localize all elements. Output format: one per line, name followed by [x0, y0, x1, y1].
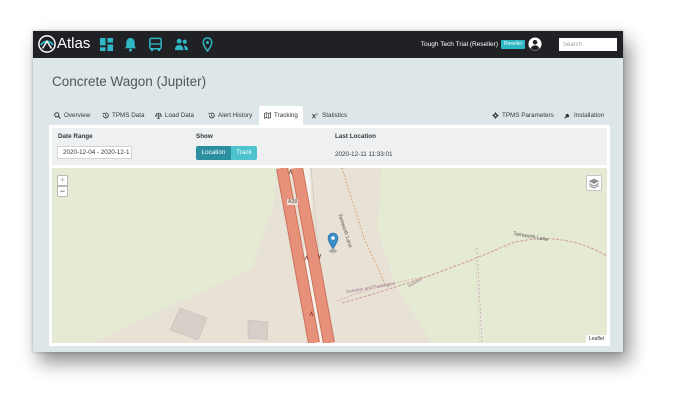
- top-navbar: Atlas Tough Tech Trial (Reseller) Resell…: [33, 31, 623, 58]
- layers-button[interactable]: [586, 175, 602, 191]
- last-location-label: Last Location: [335, 133, 376, 140]
- tab-tpms-parameters[interactable]: TPMS Parameters: [487, 106, 559, 125]
- svg-text:2: 2: [316, 112, 318, 116]
- user-name[interactable]: Tough Tech Trial (Reseller): [421, 40, 498, 49]
- brand-name[interactable]: Atlas: [57, 35, 90, 53]
- tab-overview[interactable]: Overview: [49, 106, 95, 125]
- map-tiles: [52, 168, 607, 343]
- wrench-icon: [564, 113, 570, 119]
- layers-icon: [588, 178, 600, 189]
- scale-icon: [155, 112, 162, 119]
- tab-tpms-data[interactable]: TPMS Data: [97, 106, 150, 125]
- reseller-badge: Reseller: [501, 40, 526, 49]
- dashboard-icon[interactable]: [99, 37, 114, 52]
- zoom-out-button[interactable]: −: [57, 186, 68, 197]
- zoom-in-button[interactable]: +: [57, 175, 68, 186]
- show-track-button[interactable]: Track: [231, 146, 257, 160]
- history-icon: [208, 112, 215, 119]
- tab-label: TPMS Parameters: [502, 112, 554, 119]
- tab-installation[interactable]: Installation: [559, 106, 609, 125]
- tab-label: Overview: [64, 112, 91, 119]
- date-range-input[interactable]: 2020-12-04 - 2020-12-1: [57, 146, 132, 159]
- search-icon: [54, 112, 61, 119]
- show-location-button[interactable]: Location: [196, 146, 231, 160]
- search-input[interactable]: [559, 38, 617, 51]
- page-title: Concrete Wagon (Jupiter): [52, 74, 207, 89]
- tab-load-data[interactable]: Load Data: [150, 106, 199, 125]
- superscript-icon: 2: [312, 112, 318, 119]
- filter-bar: Date Range 2020-12-04 - 2020-12-1 Show L…: [52, 128, 607, 165]
- map-attribution[interactable]: Leaflet: [585, 335, 607, 343]
- screenshot-stage: Atlas Tough Tech Trial (Reseller) Resell…: [0, 0, 689, 418]
- history-icon: [102, 112, 109, 119]
- map-icon: [264, 112, 271, 119]
- tab-label: Load Data: [165, 112, 195, 119]
- road-label-a38: A38: [287, 199, 299, 205]
- tab-label: Tracking: [274, 112, 298, 119]
- tracking-map[interactable]: A38 Tamworth Lane Tamworth Lane Swindon …: [52, 168, 607, 343]
- atlas-logo-icon[interactable]: [38, 35, 56, 53]
- tab-label: Installation: [574, 112, 605, 119]
- vehicle-location-marker[interactable]: [327, 232, 339, 253]
- users-icon[interactable]: [174, 37, 189, 52]
- user-avatar-icon[interactable]: [528, 37, 542, 51]
- show-label: Show: [196, 133, 213, 140]
- tab-tracking[interactable]: Tracking: [259, 106, 303, 125]
- map-pin-icon[interactable]: [200, 37, 215, 52]
- tracking-panel: Date Range 2020-12-04 - 2020-12-1 Show L…: [49, 125, 610, 346]
- gear-icon: [492, 112, 499, 119]
- tab-statistics[interactable]: 2 Statistics: [307, 106, 352, 125]
- tab-alert-history[interactable]: Alert History: [203, 106, 257, 125]
- app-window: Atlas Tough Tech Trial (Reseller) Resell…: [33, 31, 623, 352]
- tab-label: Alert History: [218, 112, 253, 119]
- date-range-label: Date Range: [58, 133, 93, 140]
- bus-icon[interactable]: [148, 37, 163, 52]
- bell-icon[interactable]: [123, 37, 138, 52]
- tab-label: TPMS Data: [112, 112, 145, 119]
- last-location-value: 2020-12-11 11:33:01: [335, 151, 393, 158]
- tab-label: Statistics: [322, 112, 348, 119]
